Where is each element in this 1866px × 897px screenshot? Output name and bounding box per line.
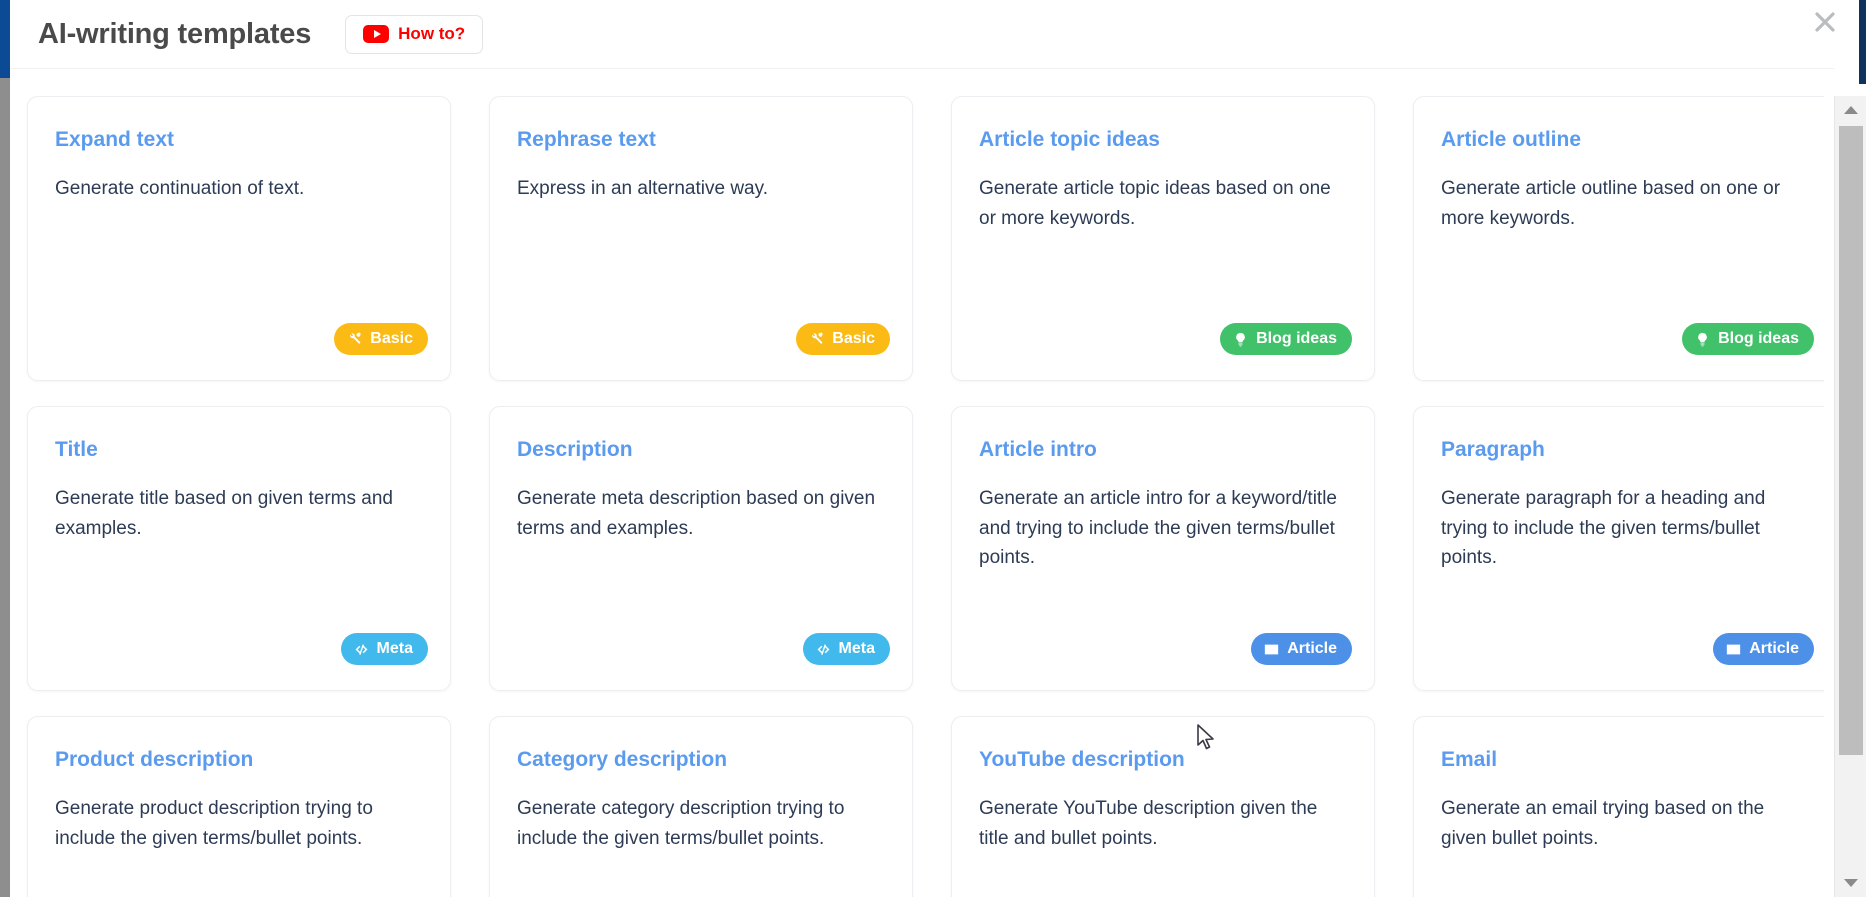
template-card-description: Generate article outline based on one or… xyxy=(1441,178,1781,229)
template-card-description: Generate category description trying to … xyxy=(517,798,845,849)
template-category-badge-label: Article xyxy=(1749,640,1799,657)
template-card-description: Generate article topic ideas based on on… xyxy=(979,178,1331,229)
template-card-title: Rephrase text xyxy=(517,128,656,151)
template-card-title: Product description xyxy=(55,748,254,771)
right-rail-accent xyxy=(1859,0,1866,84)
template-category-badge-label: Blog ideas xyxy=(1256,330,1337,347)
template-category-badge-label: Basic xyxy=(832,330,875,347)
template-category-badge: Meta xyxy=(802,633,890,665)
templates-grid: Expand text Generate continuation of text… xyxy=(27,96,1824,897)
ai-writing-templates-modal: AI-writing templates How to? Expand text… xyxy=(0,0,1866,897)
template-category-badge: Basic xyxy=(796,323,890,355)
template-category-badge-label: Meta xyxy=(838,640,875,657)
lightbulb-icon xyxy=(1232,331,1249,348)
template-category-badge: Article xyxy=(1713,633,1814,665)
template-category-badge-label: Meta xyxy=(376,640,413,657)
template-card-description: Generate an article intro for a keyword/… xyxy=(979,488,1338,569)
template-card-description: Generate title based on given terms and … xyxy=(55,488,393,539)
scroll-up-icon[interactable] xyxy=(1835,96,1866,124)
template-category-badge: Meta xyxy=(340,633,428,665)
left-rail-shadow xyxy=(0,78,10,897)
scrollbar-thumb[interactable] xyxy=(1839,126,1863,755)
code-icon xyxy=(815,641,832,658)
template-card-title: Expand text xyxy=(55,128,175,151)
template-card[interactable]: Article intro Generate an article intro f… xyxy=(951,406,1375,691)
template-card-description: Express in an alternative way. xyxy=(517,178,768,200)
template-category-badge: Blog ideas xyxy=(1682,323,1814,355)
scroll-down-icon[interactable] xyxy=(1835,869,1866,897)
template-card[interactable]: Expand text Generate continuation of text… xyxy=(27,96,451,381)
template-card-description: Generate YouTube description given the t… xyxy=(979,798,1318,849)
newspaper-icon xyxy=(1725,641,1742,658)
template-card[interactable]: Title Generate title based on given terms… xyxy=(27,406,451,691)
template-card[interactable]: Category description Generate category de… xyxy=(489,716,913,897)
template-card[interactable]: Email Generate an email trying based on t… xyxy=(1413,716,1824,897)
template-card-title: Article intro xyxy=(979,438,1097,461)
template-card-description: Generate an email trying based on the gi… xyxy=(1441,798,1765,849)
template-card[interactable]: YouTube description Generate YouTube desc… xyxy=(951,716,1375,897)
template-category-badge-label: Basic xyxy=(370,330,413,347)
template-card[interactable]: Rephrase text Express in an alternative w… xyxy=(489,96,913,381)
template-card-title: Article outline xyxy=(1441,128,1582,151)
template-category-badge-label: Blog ideas xyxy=(1718,330,1799,347)
template-category-badge-label: Article xyxy=(1287,640,1337,657)
template-card[interactable]: Article topic ideas Generate article topi… xyxy=(951,96,1375,381)
left-rail-accent xyxy=(0,0,10,78)
how-to-button-label: How to? xyxy=(398,24,466,43)
close-icon[interactable] xyxy=(1808,5,1842,39)
page-title: AI-writing templates xyxy=(38,17,312,50)
template-card[interactable]: Product description Generate product desc… xyxy=(27,716,451,897)
newspaper-icon xyxy=(1263,641,1280,658)
template-card-description: Generate continuation of text. xyxy=(55,178,305,200)
template-category-badge: Blog ideas xyxy=(1220,323,1352,355)
youtube-play-icon xyxy=(363,25,390,43)
templates-scroll-area[interactable]: Expand text Generate continuation of text… xyxy=(10,69,1824,897)
template-card-title: Title xyxy=(55,438,98,461)
template-category-badge: Article xyxy=(1251,633,1352,665)
template-card-description: Generate meta description based on given… xyxy=(517,488,876,539)
template-card-description: Generate paragraph for a heading and try… xyxy=(1441,488,1766,569)
tools-icon xyxy=(808,331,825,348)
template-card-title: Paragraph xyxy=(1441,438,1545,461)
template-card-description: Generate product description trying to i… xyxy=(55,798,373,849)
template-card-title: Email xyxy=(1441,748,1498,771)
lightbulb-icon xyxy=(1694,331,1711,348)
modal-header: AI-writing templates How to? xyxy=(10,0,1834,69)
template-card-title: Category description xyxy=(517,748,728,771)
vertical-scrollbar[interactable] xyxy=(1834,96,1866,897)
template-category-badge: Basic xyxy=(334,323,428,355)
template-card[interactable]: Paragraph Generate paragraph for a headin… xyxy=(1413,406,1824,691)
how-to-button[interactable]: How to? xyxy=(345,14,484,54)
template-card-title: Article topic ideas xyxy=(979,128,1160,151)
template-card-title: YouTube description xyxy=(979,748,1185,771)
code-icon xyxy=(353,641,370,658)
template-card-title: Description xyxy=(517,438,633,461)
template-card[interactable]: Article outline Generate article outline … xyxy=(1413,96,1824,381)
tools-icon xyxy=(346,331,363,348)
template-card[interactable]: Description Generate meta description bas… xyxy=(489,406,913,691)
